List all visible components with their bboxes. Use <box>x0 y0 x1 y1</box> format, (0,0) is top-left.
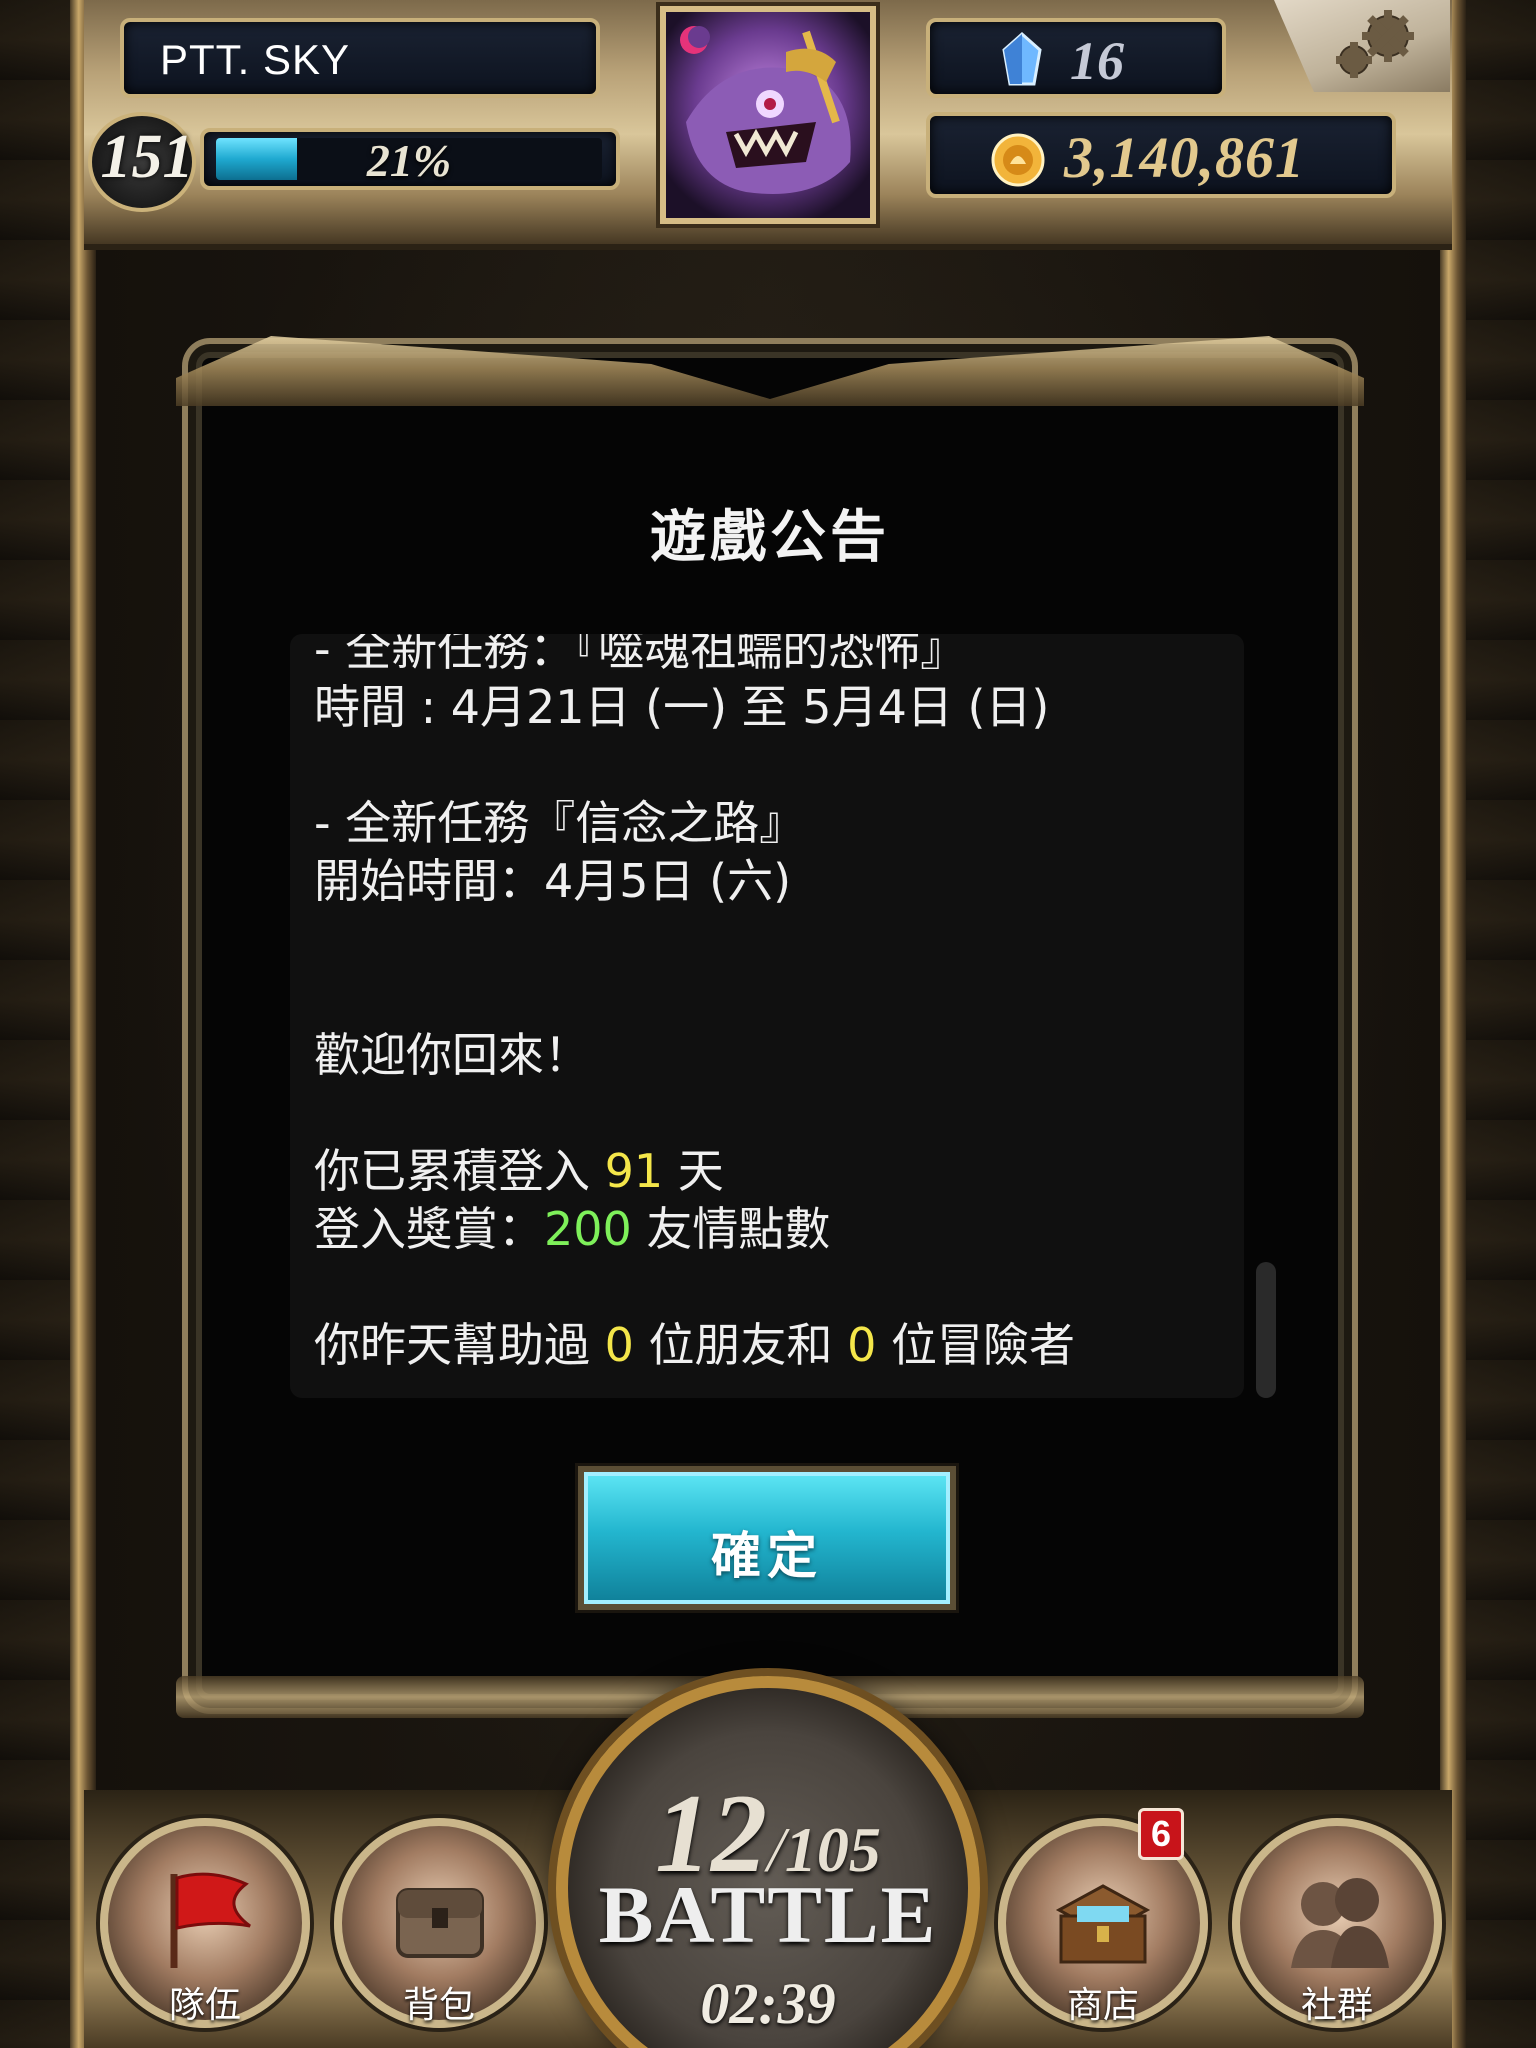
login-days-count: 91 <box>604 1144 664 1198</box>
login-days-line: 你已累積登入 91 天 <box>314 1142 1194 1200</box>
notice-line: - 全新任務：『噬魂祖蠕的恐怖』 <box>314 634 967 676</box>
confirm-button[interactable]: 確定 <box>578 1466 956 1610</box>
coin-icon <box>990 132 1046 192</box>
announcement-scrollbar[interactable] <box>1256 1262 1276 1398</box>
login-days-suffix: 天 <box>663 1144 724 1198</box>
helped-prefix: 你昨天幫助過 <box>314 1318 605 1372</box>
leader-portrait[interactable] <box>660 6 876 224</box>
welcome-line: 歡迎你回來！ <box>314 1028 590 1082</box>
player-name: PTT. SKY <box>160 36 351 83</box>
nav-bag-button[interactable]: 背包 <box>334 1818 544 2028</box>
battle-label: BATTLE <box>598 1869 938 1960</box>
helped-line: 你昨天幫助過 0 位朋友和 0 位冒險者 <box>314 1316 1194 1374</box>
right-frame-column <box>1440 0 1466 2048</box>
login-reward-line: 登入獎賞：200 友情點數 <box>314 1200 1194 1258</box>
flag-icon <box>150 1864 260 1978</box>
people-icon <box>1277 1864 1397 1978</box>
helped-suffix: 位冒險者 <box>876 1318 1076 1372</box>
leader-card-art <box>666 12 870 218</box>
helped-middle: 位朋友和 <box>633 1318 848 1372</box>
bag-icon <box>384 1864 494 1978</box>
treasure-chest-icon <box>1043 1864 1163 1978</box>
login-days-prefix: 你已累積登入 <box>314 1144 605 1198</box>
login-reward-prefix: 登入獎賞： <box>314 1202 544 1256</box>
xp-percent: 21% <box>366 135 452 186</box>
confirm-button-label: 確定 <box>711 1527 823 1585</box>
notice-line: 開始時間：4月5日 (六) <box>314 854 792 908</box>
notice-line: - 全新任務『信念之路』 <box>314 796 806 850</box>
stamina-timer: 02:39 <box>700 1971 836 2036</box>
player-level: 151 <box>100 123 194 191</box>
left-frame-column <box>70 0 96 2048</box>
nav-social-label: 社群 <box>1300 1985 1373 2026</box>
gear-icon[interactable] <box>1320 8 1430 92</box>
nav-team-label: 隊伍 <box>168 1985 241 2026</box>
announcement-text: - 全新任務：『噬魂祖蠕的恐怖』 時間 : 4月21日 (一) 至 5月4日 (… <box>314 634 1194 1374</box>
nav-bag-label: 背包 <box>402 1985 475 2026</box>
diamond-icon <box>1000 31 1044 94</box>
notice-line: 時間 : 4月21日 (一) 至 5月4日 (日) <box>314 680 1050 734</box>
shop-notification-badge: 6 <box>1138 1808 1184 1860</box>
helped-adventurers-count: 0 <box>847 1318 877 1372</box>
helped-friends-count: 0 <box>604 1318 634 1372</box>
login-reward-suffix: 友情點數 <box>631 1202 831 1256</box>
coin-count: 3,140,861 <box>1064 125 1305 190</box>
announcement-scroll-area[interactable]: - 全新任務：『噬魂祖蠕的恐怖』 時間 : 4月21日 (一) 至 5月4日 (… <box>290 634 1244 1398</box>
gem-count: 16 <box>1070 31 1124 91</box>
nav-social-button[interactable]: 社群 <box>1232 1818 1442 2028</box>
friend-points-count: 200 <box>544 1202 632 1256</box>
dialog-title: 遊戲公告 <box>650 505 890 570</box>
nav-shop-label: 商店 <box>1066 1985 1139 2026</box>
nav-team-button[interactable]: 隊伍 <box>100 1818 310 2028</box>
